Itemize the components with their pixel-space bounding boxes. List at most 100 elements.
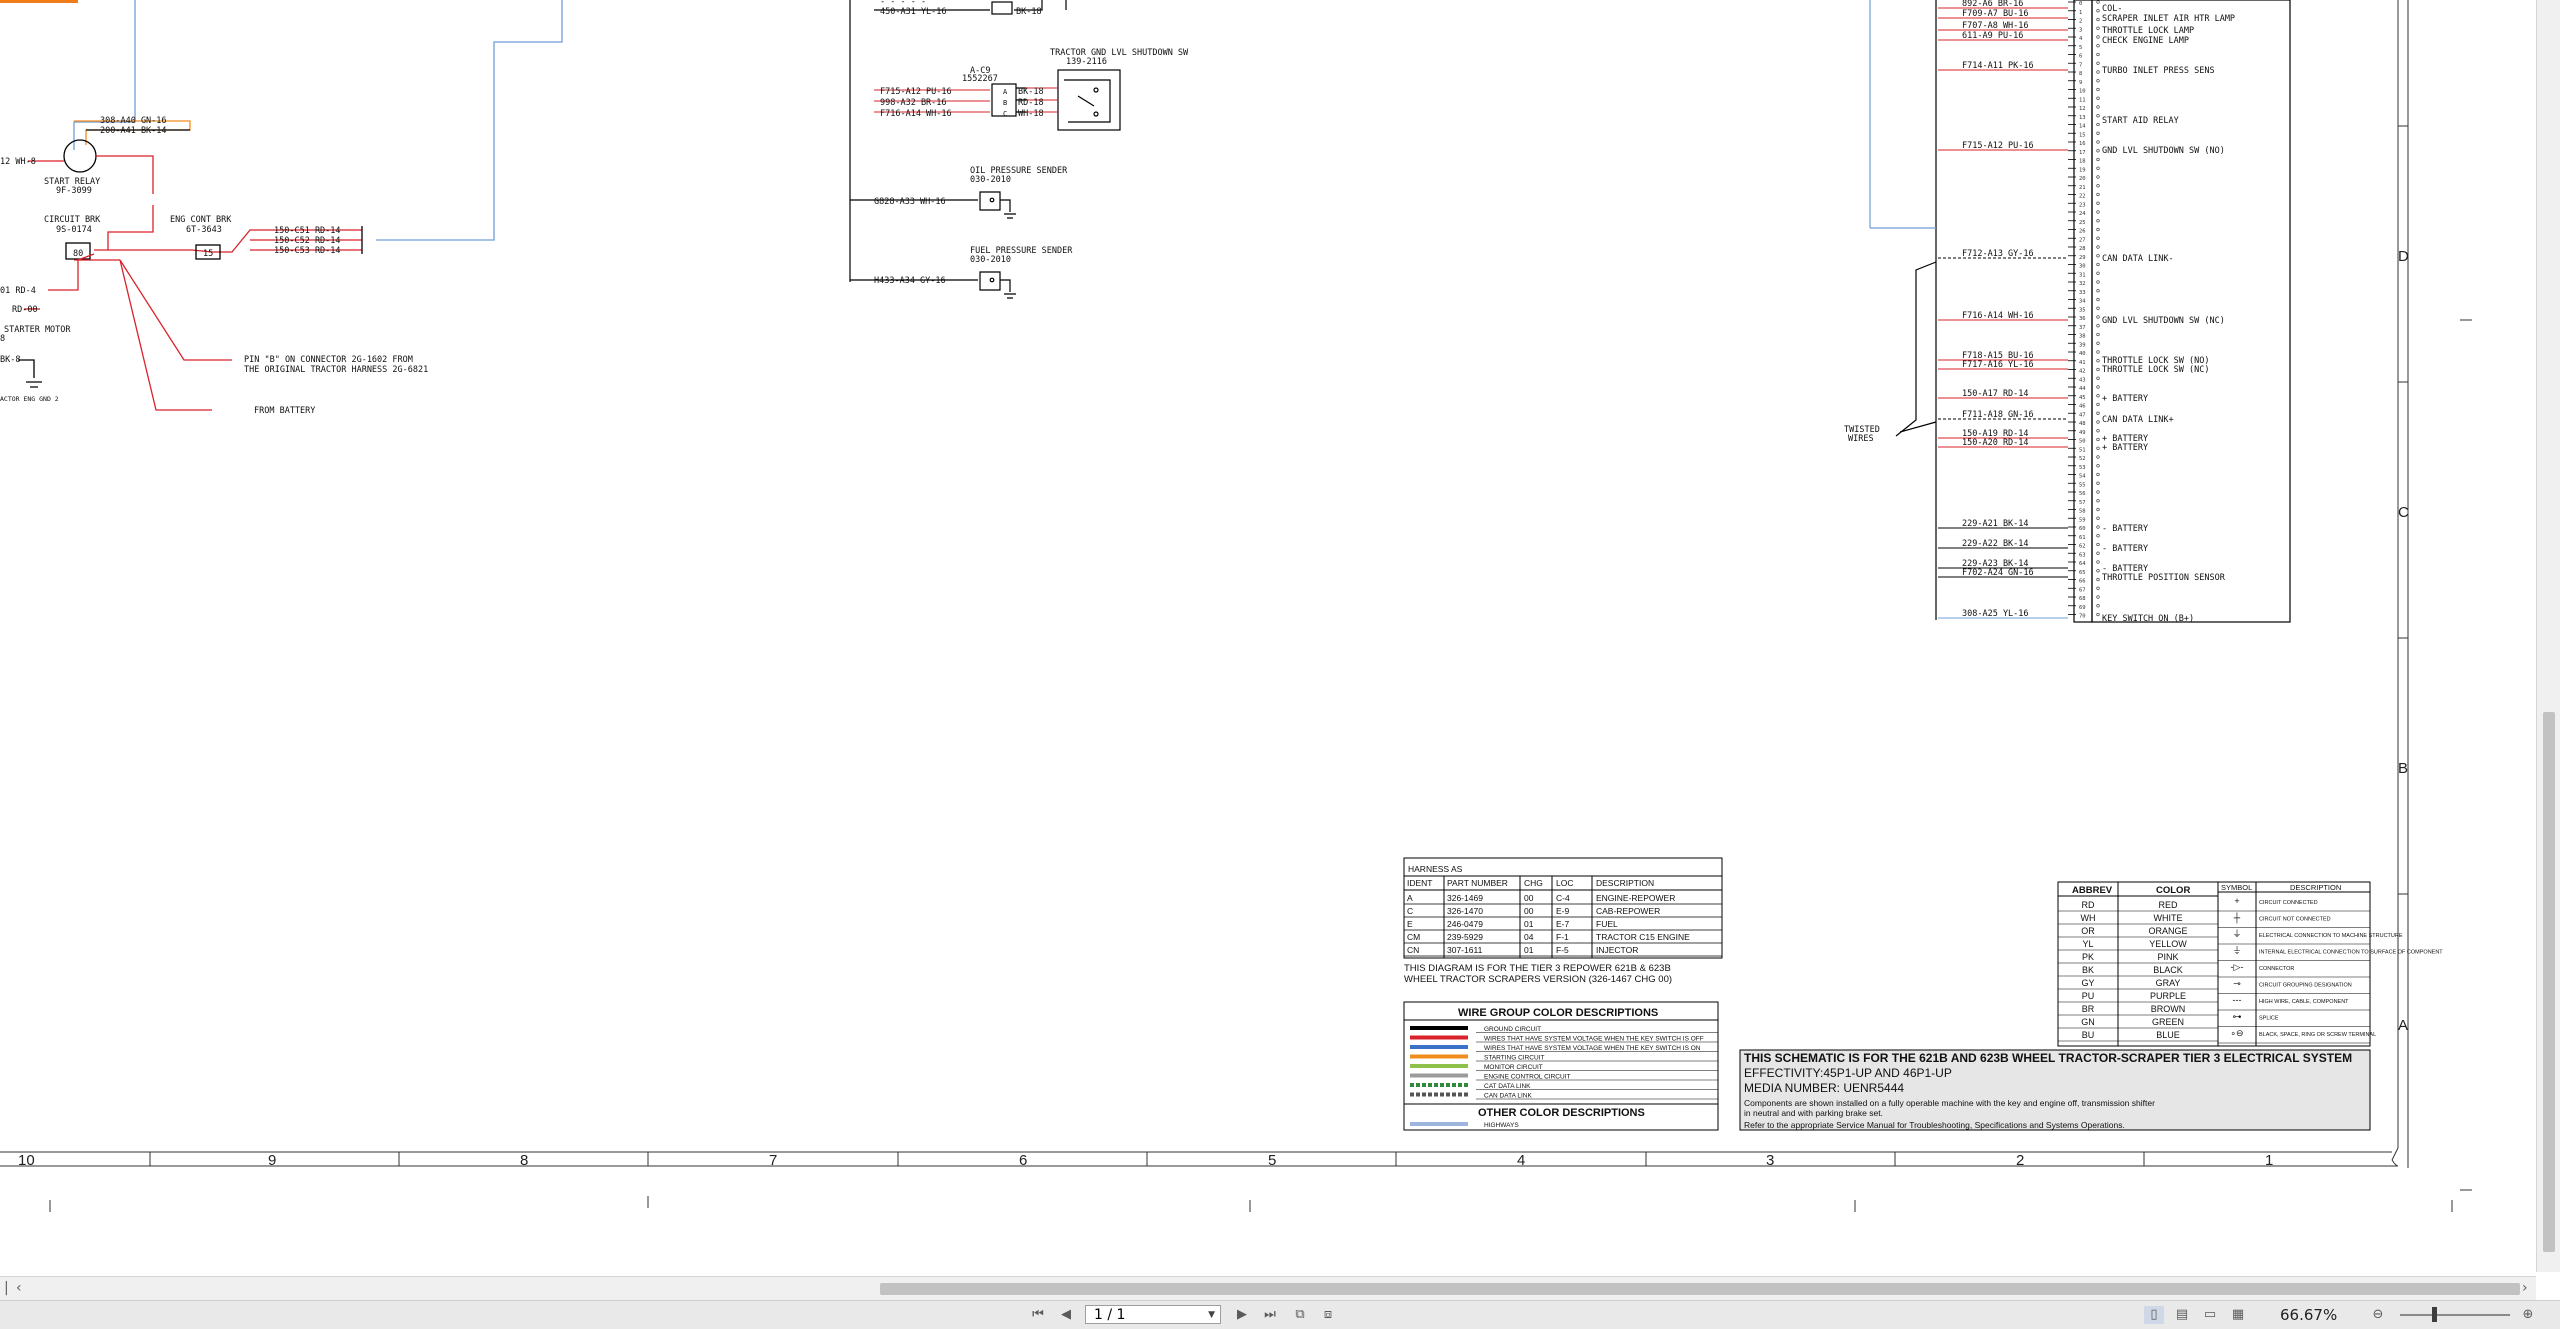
pin-number: 51 bbox=[2079, 447, 2086, 453]
pin-label: C bbox=[1003, 110, 1007, 118]
wire-label: RD-18 bbox=[1018, 98, 1044, 108]
pin-number: 14 bbox=[2079, 124, 2086, 130]
symbol-glyph: ⏚ bbox=[2232, 946, 2241, 956]
pin-socket bbox=[2096, 367, 2100, 372]
single-page-icon[interactable]: ▯ bbox=[2144, 1306, 2164, 1324]
title-block: THIS SCHEMATIC IS FOR THE 621B AND 623B … bbox=[1739, 1049, 2371, 1131]
component-title: STARTER MOTOR bbox=[4, 325, 71, 335]
pin-number: 16 bbox=[2079, 141, 2086, 147]
pin-number: 9 bbox=[2079, 80, 2082, 86]
pin-socket bbox=[2096, 254, 2100, 258]
scroll-left-arrow-icon[interactable]: ‹ bbox=[16, 1281, 22, 1295]
pin-socket bbox=[2096, 560, 2100, 564]
grid-row-b: B bbox=[2398, 760, 2408, 777]
vertical-scrollbar[interactable] bbox=[2536, 0, 2560, 1272]
pin-socket bbox=[2096, 516, 2100, 520]
pin-number: 27 bbox=[2079, 237, 2086, 243]
wire-label: BK-18 bbox=[1016, 7, 1042, 17]
connector-pin-description: + BATTERY bbox=[2102, 443, 2148, 453]
pin-socket bbox=[2096, 542, 2100, 547]
wire-label: 01 RD-4 bbox=[0, 286, 36, 296]
wire-label: 150-C51 RD-14 bbox=[274, 226, 341, 236]
zoom-slider-handle[interactable] bbox=[2432, 1307, 2437, 1322]
connector-wire-label: F715-A12 PU-16 bbox=[1962, 141, 2034, 151]
chevron-down-icon[interactable]: ▼ bbox=[1208, 1306, 1215, 1325]
pin-number: 50 bbox=[2079, 439, 2086, 445]
abbrev-color-table: ABBREV COLOR RD RED WH WHITE OR ORANGE YL YELLO… bbox=[2057, 881, 2219, 1047]
pin-socket bbox=[2096, 26, 2100, 30]
symbol-glyph: ⊸ bbox=[2233, 979, 2241, 989]
connector-wire-label: 229-A21 BK-14 bbox=[1962, 519, 2029, 529]
pin-socket bbox=[2096, 446, 2100, 450]
pin-socket bbox=[2096, 227, 2100, 232]
connector-pin-description: KEY SWITCH ON (B+) bbox=[2102, 614, 2194, 624]
harness-cell: A bbox=[1407, 893, 1413, 903]
next-page-icon[interactable]: ▶ bbox=[1232, 1306, 1252, 1324]
pin-number: 56 bbox=[2079, 491, 2086, 497]
pin-label: B bbox=[1003, 99, 1007, 107]
scroll-right-arrow-icon[interactable]: › bbox=[2522, 1281, 2528, 1295]
harness-note: THIS DIAGRAM IS FOR THE TIER 3 REPOWER 6… bbox=[1404, 963, 1671, 974]
harness-cell: CAB-REPOWER bbox=[1596, 906, 1660, 916]
pin-socket bbox=[2096, 481, 2100, 485]
abbrev-cell: GN bbox=[2081, 1017, 2095, 1027]
zoom-level[interactable]: 66.67% bbox=[2280, 1306, 2337, 1324]
pin-number: 64 bbox=[2079, 561, 2086, 567]
connector-pin-description: GND LVL SHUTDOWN SW (NC) bbox=[2102, 316, 2225, 326]
right-connector-pins: 892-A6 BR-16 COL- F709-A7 BU-16 SCRAPER INL… bbox=[1938, 0, 2235, 624]
pin-number: 3 bbox=[2079, 27, 2082, 33]
fit-width-icon[interactable]: ⧈ bbox=[1318, 1306, 1338, 1324]
pin-number: 30 bbox=[2079, 264, 2086, 270]
grid-labels: 10 9 8 7 6 5 4 3 2 1 D C B A bbox=[18, 248, 2409, 1169]
pin-number: 58 bbox=[2079, 509, 2086, 515]
connector-wire-label: F717-A16 YL-16 bbox=[1962, 360, 2034, 370]
pin-number: 32 bbox=[2079, 281, 2086, 287]
connector-pin-description: THROTTLE LOCK SW (NC) bbox=[2102, 365, 2209, 375]
facing-continuous-icon[interactable]: ▦ bbox=[2228, 1306, 2248, 1324]
pin-number: 37 bbox=[2079, 325, 2086, 331]
fit-page-icon[interactable]: ⧉ bbox=[1290, 1306, 1310, 1324]
pin-number: 41 bbox=[2079, 360, 2086, 366]
grid-col-2: 2 bbox=[2016, 1152, 2024, 1169]
pin-socket bbox=[2096, 472, 2100, 477]
zoom-out-icon[interactable]: ⊖ bbox=[2368, 1306, 2388, 1324]
pin-number: 35 bbox=[2079, 307, 2086, 313]
horizontal-scroll-thumb[interactable] bbox=[880, 1283, 2520, 1295]
prev-page-icon[interactable]: ◀ bbox=[1056, 1306, 1076, 1324]
pin-socket bbox=[2096, 507, 2100, 512]
symbol-table: SYMBOL DESCRIPTION + CIRCUIT CONNECTED ┼ CI… bbox=[2217, 881, 2443, 1047]
pin-socket bbox=[2096, 359, 2100, 363]
first-page-icon[interactable]: ⏮ bbox=[1028, 1306, 1048, 1324]
symbol-description: HIGH WIRE, CABLE, COMPONENT bbox=[2259, 999, 2349, 1005]
pin-number: 38 bbox=[2079, 334, 2086, 340]
zoom-slider[interactable] bbox=[2400, 1314, 2510, 1316]
continuous-icon[interactable]: ▤ bbox=[2172, 1306, 2192, 1324]
connector-pin-description: TURBO INLET PRESS SENS bbox=[2102, 66, 2215, 76]
pin-socket bbox=[2096, 525, 2100, 529]
symbol-description: CONNECTOR bbox=[2259, 966, 2294, 972]
pin-number: 34 bbox=[2079, 299, 2086, 305]
pin-socket bbox=[2096, 61, 2100, 65]
harness-cell: F-5 bbox=[1556, 945, 1569, 955]
abbrev-cell: GY bbox=[2081, 978, 2094, 988]
zoom-in-icon[interactable]: ⊕ bbox=[2518, 1306, 2538, 1324]
pin-number: 7 bbox=[2079, 62, 2082, 68]
pin-number: 46 bbox=[2079, 404, 2086, 410]
horizontal-scrollbar[interactable]: | ‹ › bbox=[0, 1276, 2536, 1301]
pin-number: 68 bbox=[2079, 596, 2086, 602]
abbrev-cell: PK bbox=[2082, 952, 2094, 962]
last-page-icon[interactable]: ⏭ bbox=[1260, 1306, 1280, 1324]
color-cell: PINK bbox=[2157, 952, 2178, 962]
page-number-input[interactable]: 1 / 1 ▼ bbox=[1085, 1305, 1221, 1324]
pin-number: 67 bbox=[2079, 587, 2086, 593]
pin-number: 70 bbox=[2079, 614, 2086, 620]
pin-socket bbox=[2096, 70, 2100, 74]
harness-header: PART NUMBER bbox=[1447, 878, 1508, 888]
vertical-scroll-thumb[interactable] bbox=[2543, 712, 2555, 1252]
connector-pin-description: COL- bbox=[2102, 4, 2122, 14]
facing-icon[interactable]: ▭ bbox=[2200, 1306, 2220, 1324]
harness-cell: 307-1611 bbox=[1447, 945, 1483, 955]
scroll-left-icon[interactable]: | bbox=[4, 1281, 9, 1295]
harness-header: LOC bbox=[1556, 878, 1573, 888]
wire-label: 998-A32 BR-16 bbox=[880, 98, 947, 108]
